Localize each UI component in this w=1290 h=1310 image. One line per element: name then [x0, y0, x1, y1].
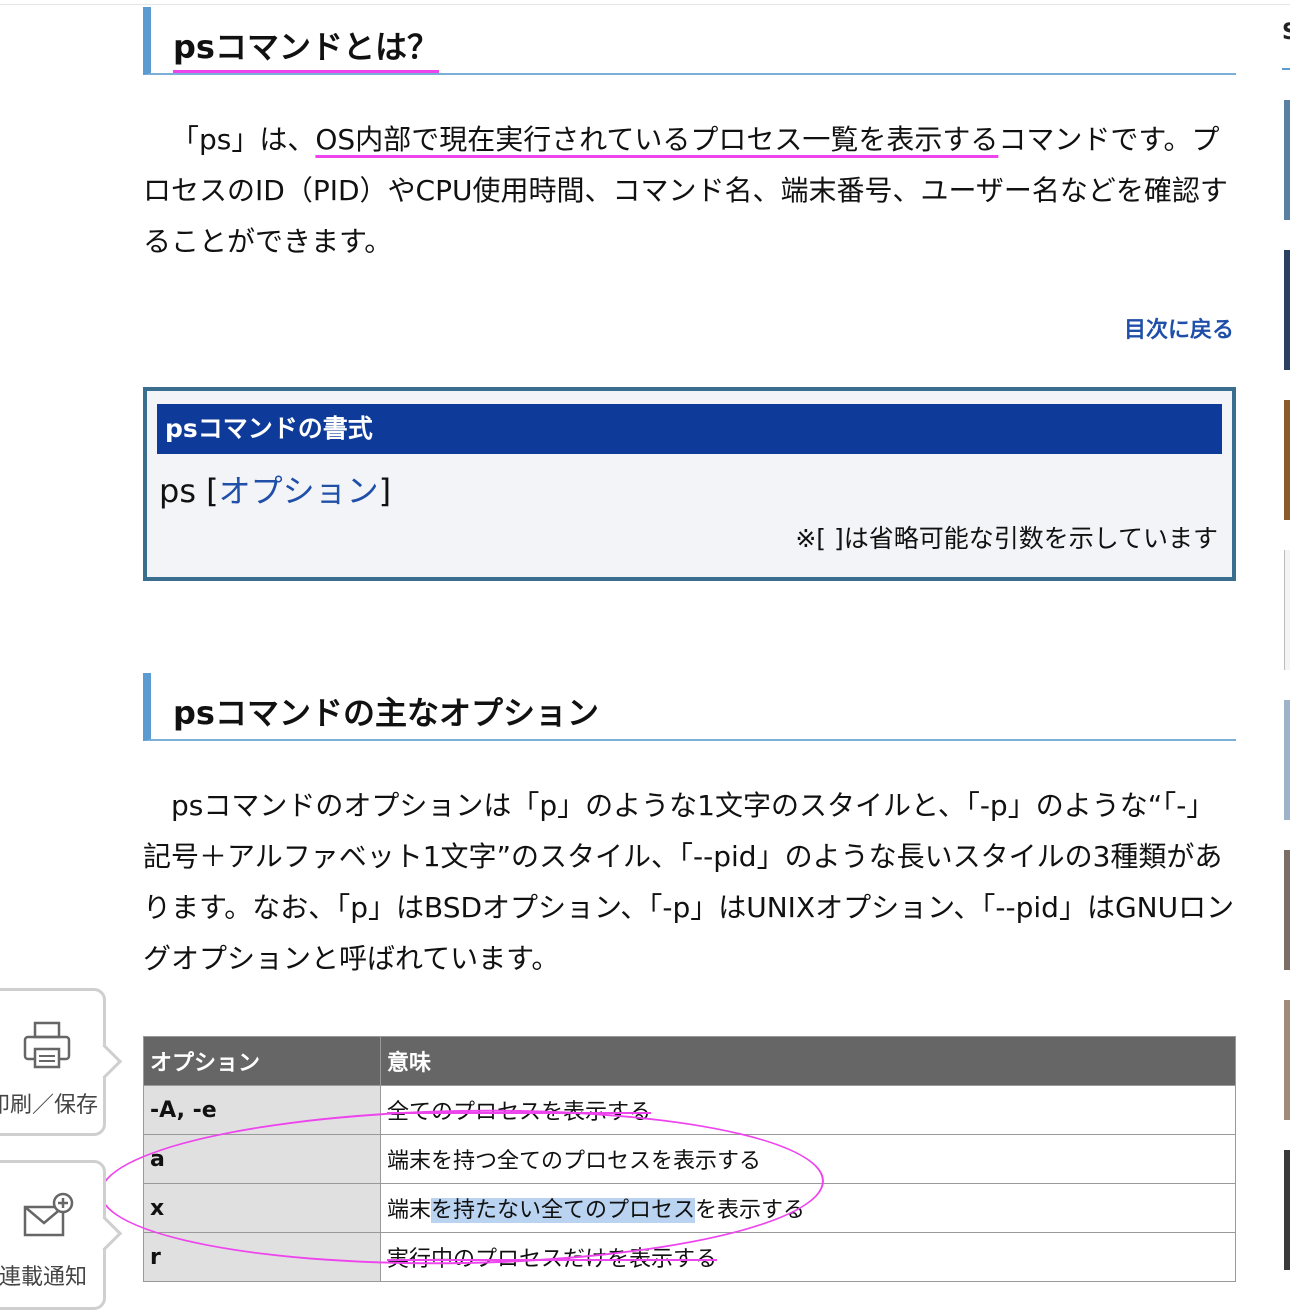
table-header-row: オプション 意味 — [143, 1036, 1236, 1086]
sidebar-thumbnail[interactable] — [1284, 400, 1290, 520]
option-cell: -A, -e — [143, 1085, 381, 1135]
intro-lead: 「ps」は、 — [171, 123, 316, 156]
sidebar-thumbnail[interactable] — [1284, 850, 1290, 970]
section-heading-main-options: psコマンドの主なオプション — [143, 673, 1236, 741]
sidebar-heading-fragment: S — [1282, 20, 1290, 45]
intro-highlighted-phrase: OS内部で現在実行されているプロセス一覧を表示する — [315, 123, 999, 156]
meaning-text: を表示する — [695, 1198, 806, 1223]
options-paragraph: psコマンドのオプションは「p」のような1文字のスタイルと、「-p」のような“「… — [143, 789, 1235, 975]
syntax-box-title: psコマンドの書式 — [157, 404, 1222, 454]
header-option: オプション — [143, 1036, 381, 1086]
selected-text[interactable]: を持たない全てのプロセス — [431, 1198, 696, 1223]
syntax-box: psコマンドの書式 ps [オプション] ※[ ]は省略可能な引数を示しています — [143, 387, 1236, 581]
meaning-text: 全てのプロセスを表示する — [387, 1100, 652, 1125]
sidebar-thumbnail[interactable] — [1284, 1000, 1290, 1120]
table-row: x 端末を持たない全てのプロセスを表示する — [143, 1183, 1236, 1233]
close-bracket: ] — [378, 472, 392, 510]
sidebar-thumbnail[interactable] — [1284, 550, 1290, 670]
widget-pointer — [86, 1215, 123, 1252]
section-heading-text: psコマンドとは？ — [173, 22, 439, 73]
option-cell: x — [143, 1183, 381, 1233]
mail-plus-icon — [21, 1191, 77, 1247]
options-table: オプション 意味 -A, -e 全てのプロセスを表示する a 端末を持つ全てのプ… — [143, 1036, 1236, 1282]
table-row: r 実行中のプロセスだけを表示する — [143, 1232, 1236, 1282]
meaning-cell: 全てのプロセスを表示する — [380, 1085, 1236, 1135]
meaning-text: 実行中のプロセスだけを表示する — [387, 1247, 718, 1272]
print-save-widget[interactable]: 印刷／保存 — [0, 988, 123, 1136]
widget-pointer — [86, 1043, 123, 1080]
sidebar-thumbnail[interactable] — [1284, 700, 1290, 820]
header-meaning: 意味 — [380, 1036, 1236, 1086]
meaning-cell: 端末を持たない全てのプロセスを表示する — [380, 1183, 1236, 1233]
printer-icon — [21, 1019, 73, 1075]
meaning-cell: 端末を持つ全てのプロセスを表示する — [380, 1134, 1236, 1184]
meaning-text: 端末 — [387, 1198, 432, 1223]
series-notify-label: 連載通知 — [0, 1265, 87, 1290]
option-cell: a — [143, 1134, 381, 1184]
syntax-note: ※[ ]は省略可能な引数を示しています — [795, 524, 1218, 553]
series-notify-widget[interactable]: 連載通知 — [0, 1160, 123, 1310]
option-link[interactable]: オプション — [219, 472, 379, 510]
open-bracket: [ — [206, 472, 219, 510]
sidebar-thumbnail[interactable] — [1284, 250, 1290, 370]
syntax-command: ps [オプション] — [159, 466, 391, 512]
command-name: ps — [159, 472, 196, 510]
section-heading-text: psコマンドの主なオプション — [173, 694, 599, 732]
page-top-border — [0, 0, 1290, 5]
table-row: a 端末を持つ全てのプロセスを表示する — [143, 1134, 1236, 1184]
option-cell: r — [143, 1232, 381, 1282]
sidebar-thumbnail[interactable] — [1284, 1150, 1290, 1270]
table-row: -A, -e 全てのプロセスを表示する — [143, 1085, 1236, 1135]
section-heading-what-is-ps: psコマンドとは？ — [143, 7, 1236, 75]
sidebar-thumbnail[interactable] — [1284, 100, 1290, 220]
intro-paragraph: 「ps」は、OS内部で現在実行されているプロセス一覧を表示するコマンドです。プロ… — [143, 114, 1236, 267]
print-save-label: 印刷／保存 — [0, 1093, 98, 1118]
meaning-cell: 実行中のプロセスだけを表示する — [380, 1232, 1236, 1282]
right-sidebar: S — [1268, 0, 1290, 1290]
back-to-toc-link[interactable]: 目次に戻る — [1124, 312, 1234, 344]
sidebar-heading-rule — [1282, 68, 1290, 70]
